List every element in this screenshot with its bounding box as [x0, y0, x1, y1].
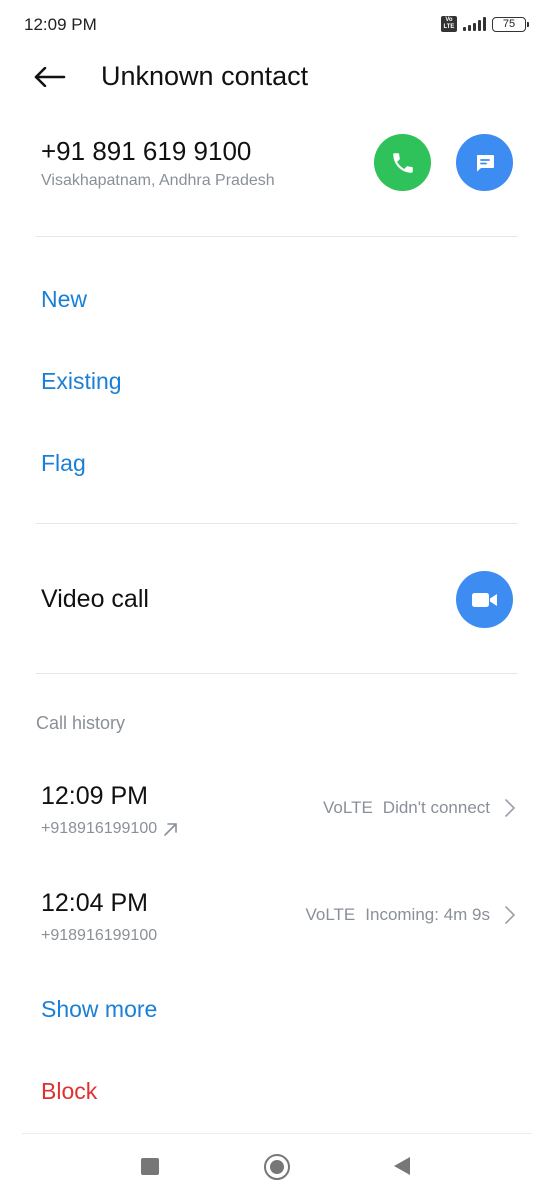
call-number: +918916199100	[41, 927, 157, 945]
status-time: 12:09 PM	[24, 15, 97, 34]
home-icon	[270, 1160, 284, 1174]
call-detail: VoLTE Didn't connect	[323, 798, 490, 818]
message-icon	[476, 154, 494, 171]
call-time: 12:09 PM	[41, 782, 149, 810]
volte-badge: Vo LTE	[441, 16, 457, 32]
phone-number: +91 891 619 9100	[41, 136, 252, 166]
chevron-right-icon	[505, 906, 515, 924]
call-history-heading: Call history	[36, 713, 126, 733]
call-time: 12:04 PM	[41, 889, 149, 917]
system-back-button[interactable]	[394, 1157, 410, 1175]
contact-summary: +91 891 619 9100 Visakhapatnam, Andhra P…	[0, 134, 554, 214]
page-title: Unknown contact	[101, 61, 309, 91]
call-detail: VoLTE Incoming: 4m 9s	[305, 905, 490, 925]
call-history-item[interactable]: 12:09 PM +918916199100 VoLTE Didn't conne…	[0, 782, 554, 852]
call-number-text: +918916199100	[41, 820, 158, 837]
new-contact-button[interactable]: New	[41, 286, 87, 313]
divider	[36, 236, 518, 237]
block-button[interactable]: Block	[41, 1078, 97, 1105]
contact-location: Visakhapatnam, Andhra Pradesh	[41, 172, 275, 189]
divider	[36, 523, 518, 524]
video-call-button[interactable]	[456, 571, 513, 628]
signal-icon	[463, 17, 486, 31]
video-camera-icon	[471, 592, 497, 607]
chevron-right-icon	[505, 799, 515, 817]
add-to-existing-button[interactable]: Existing	[41, 368, 122, 395]
call-network: VoLTE	[323, 798, 373, 817]
call-network: VoLTE	[305, 905, 356, 924]
call-button[interactable]	[374, 134, 431, 191]
status-icons: Vo LTE 75	[441, 16, 529, 32]
flag-button[interactable]: Flag	[41, 450, 86, 477]
status-bar: 12:09 PM Vo LTE 75	[0, 0, 554, 50]
call-status: Didn't connect	[382, 798, 490, 817]
app-header: Unknown contact	[0, 52, 554, 102]
call-number: +918916199100	[41, 820, 179, 838]
battery-icon: 75	[492, 16, 529, 32]
system-nav-bar	[0, 1133, 554, 1200]
message-button[interactable]	[456, 134, 513, 191]
call-status: Incoming: 4m 9s	[365, 905, 490, 924]
outgoing-arrow-icon	[164, 823, 177, 836]
recents-button[interactable]	[141, 1158, 159, 1175]
phone-icon	[392, 152, 413, 173]
back-button[interactable]	[30, 60, 70, 94]
video-call-label: Video call	[41, 585, 149, 613]
home-button[interactable]	[264, 1154, 290, 1180]
divider	[22, 1133, 532, 1134]
call-number-text: +918916199100	[41, 927, 158, 944]
call-history-item[interactable]: 12:04 PM +918916199100 VoLTE Incoming: 4m…	[0, 889, 554, 959]
divider	[36, 673, 518, 674]
arrow-left-icon	[34, 67, 66, 87]
show-more-button[interactable]: Show more	[41, 996, 157, 1023]
